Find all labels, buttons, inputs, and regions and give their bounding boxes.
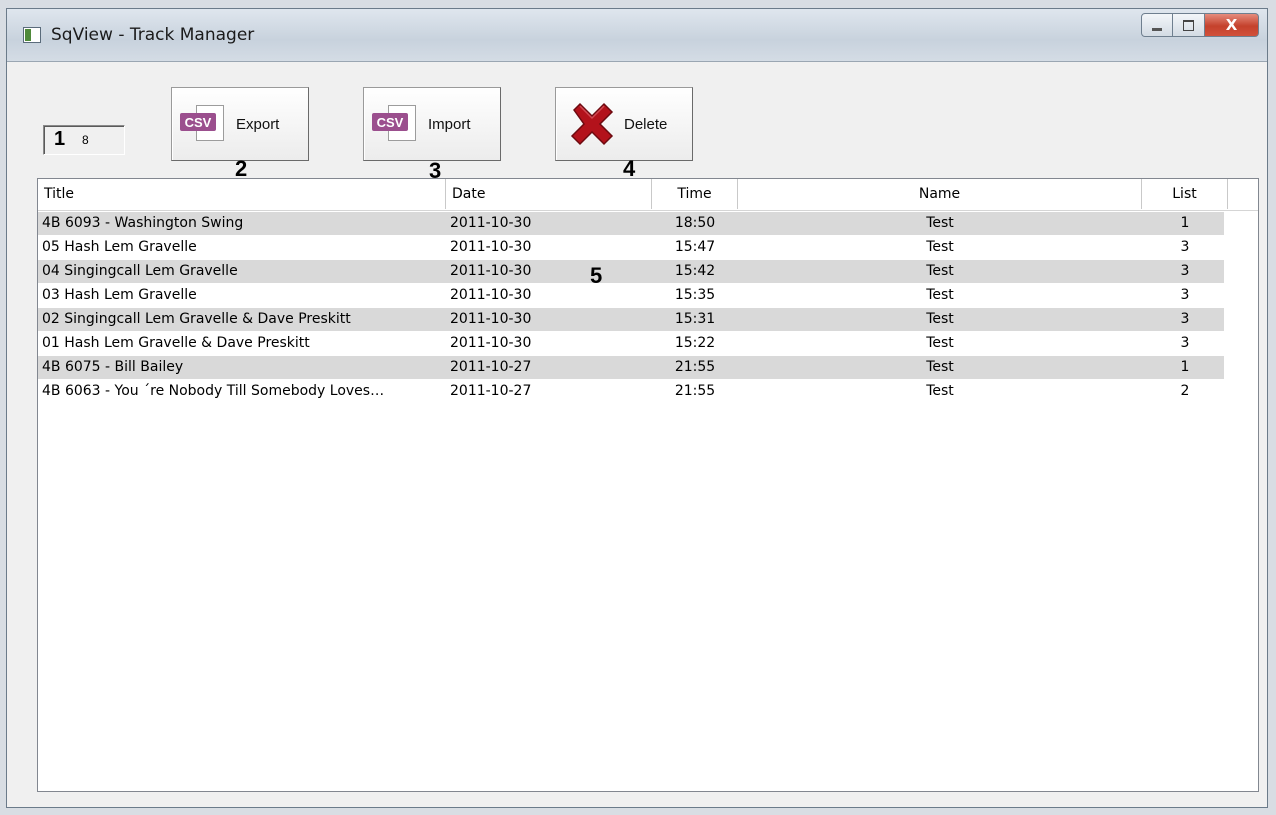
cell-name: Test <box>926 263 954 279</box>
cell-title: 04 Singingcall Lem Gravelle <box>42 263 238 279</box>
window-controls: X <box>1141 13 1259 37</box>
cell-title: 05 Hash Lem Gravelle <box>42 239 197 255</box>
import-button[interactable]: CSV Import <box>363 87 501 161</box>
column-header-list[interactable]: List <box>1142 179 1228 209</box>
track-counter: 1 8 <box>43 125 125 155</box>
table-row[interactable]: 4B 6093 - Washington Swing 2011-10-30 18:5… <box>38 212 1224 235</box>
client-area: 1 8 CSV Export 2 CSV Import 3 Delete 4 T… <box>7 62 1267 807</box>
cell-date: 2011-10-27 <box>450 383 532 399</box>
cell-time: 18:50 <box>674 215 716 231</box>
cell-list: 3 <box>1180 287 1190 303</box>
cell-name: Test <box>926 383 954 399</box>
cell-title: 02 Singingcall Lem Gravelle & Dave Presk… <box>42 311 351 327</box>
counter-callout: 1 <box>54 128 66 150</box>
table-row[interactable]: 02 Singingcall Lem Gravelle & Dave Presk… <box>38 308 1224 331</box>
delete-button[interactable]: Delete <box>555 87 693 161</box>
delete-label: Delete <box>624 115 668 133</box>
cell-title: 4B 6075 - Bill Bailey <box>42 359 184 375</box>
cell-time: 15:22 <box>674 335 716 351</box>
cell-name: Test <box>926 215 954 231</box>
table-row[interactable]: 04 Singingcall Lem Gravelle 2011-10-30 15:… <box>38 260 1224 283</box>
track-count: 8 <box>82 133 89 147</box>
cell-time: 15:31 <box>674 311 716 327</box>
cell-time: 15:35 <box>674 287 716 303</box>
close-icon: X <box>1225 16 1238 34</box>
column-header-name[interactable]: Name <box>738 179 1142 209</box>
callout-5: 5 <box>590 263 603 288</box>
minimize-button[interactable] <box>1141 13 1173 37</box>
cell-title: 4B 6093 - Washington Swing <box>42 215 244 231</box>
title-bar[interactable]: SqView - Track Manager X <box>7 9 1267 62</box>
cell-date: 2011-10-30 <box>450 263 532 279</box>
cell-date: 2011-10-30 <box>450 287 532 303</box>
cell-name: Test <box>926 239 954 255</box>
cell-list: 3 <box>1180 239 1190 255</box>
import-label: Import <box>428 115 471 133</box>
cell-title: 01 Hash Lem Gravelle & Dave Preskitt <box>42 335 310 351</box>
export-button[interactable]: CSV Export <box>171 87 309 161</box>
maximize-button[interactable] <box>1173 13 1205 37</box>
list-header: Title Date Time Name List <box>38 179 1258 211</box>
maximize-icon <box>1183 19 1194 31</box>
cell-time: 21:55 <box>674 359 716 375</box>
column-header-date[interactable]: Date <box>446 179 652 209</box>
cell-date: 2011-10-30 <box>450 239 532 255</box>
cell-list: 1 <box>1180 359 1190 375</box>
table-row[interactable]: 4B 6075 - Bill Bailey 2011-10-27 21:55 Test… <box>38 356 1224 379</box>
cell-title: 03 Hash Lem Gravelle <box>42 287 197 303</box>
cell-name: Test <box>926 311 954 327</box>
column-header-time[interactable]: Time <box>652 179 738 209</box>
table-row[interactable]: 05 Hash Lem Gravelle 2011-10-30 15:47 Test 3 <box>38 236 1224 259</box>
cell-date: 2011-10-30 <box>450 335 532 351</box>
table-row[interactable]: 4B 6063 - You ´re Nobody Till Somebody L… <box>38 380 1224 403</box>
cell-time: 15:47 <box>674 239 716 255</box>
cell-time: 21:55 <box>674 383 716 399</box>
cell-name: Test <box>926 287 954 303</box>
column-header-title[interactable]: Title <box>38 179 446 209</box>
table-row[interactable]: 01 Hash Lem Gravelle & Dave Preskitt 2011… <box>38 332 1224 355</box>
table-row[interactable]: 03 Hash Lem Gravelle 2011-10-30 15:35 Test 3 <box>38 284 1224 307</box>
track-manager-window: SqView - Track Manager X 1 8 CSV Export … <box>6 8 1268 808</box>
csv-file-icon: CSV <box>180 105 226 143</box>
cell-list: 2 <box>1180 383 1190 399</box>
minimize-icon <box>1152 27 1162 31</box>
track-list[interactable]: Title Date Time Name List 4B 6093 - Wash… <box>37 178 1259 792</box>
app-icon <box>23 27 41 43</box>
delete-x-icon <box>570 102 614 146</box>
cell-list: 3 <box>1180 263 1190 279</box>
export-label: Export <box>236 115 280 133</box>
cell-date: 2011-10-30 <box>450 311 532 327</box>
cell-date: 2011-10-27 <box>450 359 532 375</box>
csv-file-icon: CSV <box>372 105 418 143</box>
cell-list: 1 <box>1180 215 1190 231</box>
close-button[interactable]: X <box>1205 13 1259 37</box>
cell-name: Test <box>926 335 954 351</box>
cell-time: 15:42 <box>674 263 716 279</box>
cell-name: Test <box>926 359 954 375</box>
cell-title: 4B 6063 - You ´re Nobody Till Somebody L… <box>42 383 385 399</box>
cell-list: 3 <box>1180 311 1190 327</box>
cell-date: 2011-10-30 <box>450 215 532 231</box>
cell-list: 3 <box>1180 335 1190 351</box>
window-title: SqView - Track Manager <box>51 25 255 45</box>
